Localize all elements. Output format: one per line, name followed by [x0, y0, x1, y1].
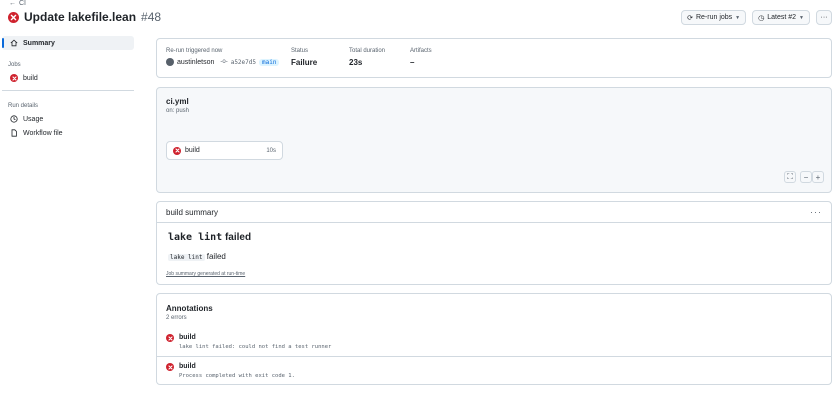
zoom-in-button[interactable]: + — [812, 171, 824, 183]
annotation-message: lake lint failed: could not find a test … — [179, 344, 332, 350]
job-node-build[interactable]: build 10s — [166, 141, 283, 160]
arrow-left-icon: ← — [9, 0, 16, 7]
attempt-label: Latest #2 — [767, 14, 797, 21]
artifacts-column: Artifacts – — [410, 48, 432, 67]
rerun-jobs-button[interactable]: ⟳ Re-run jobs ▼ — [681, 10, 747, 25]
fullscreen-button[interactable]: ⛶ — [784, 171, 796, 183]
summary-heading-text: failed — [224, 232, 252, 243]
actor-name[interactable]: austinletson — [177, 59, 214, 66]
status-column: Status Failure — [291, 48, 317, 67]
x-circle-icon — [166, 363, 174, 371]
sync-icon: ⟳ — [687, 14, 693, 22]
more-options-button[interactable]: ··· — [816, 10, 832, 25]
duration-label: Total duration — [349, 48, 386, 54]
duration-column: Total duration 23s — [349, 48, 385, 67]
annotations-title: Annotations — [166, 304, 213, 313]
sidebar-item-label: Summary — [23, 39, 55, 47]
workflow-graph-card: ci.yml on: push build 10s ⛶ − + — [156, 87, 832, 193]
run-number: #48 — [141, 10, 162, 24]
workflow-trigger: on: push — [166, 108, 190, 114]
summary-heading-code: lake lint — [168, 232, 223, 243]
page-title: Update lakefile.lean — [24, 10, 137, 24]
zoom-out-button[interactable]: − — [800, 171, 812, 183]
sidebar-item-label: Workflow file — [23, 129, 63, 137]
summary-paragraph-code: lake lint — [168, 254, 205, 261]
trigger-column: Re-run triggered now austinletson -o- a5… — [166, 48, 280, 66]
job-node-name: build — [185, 147, 200, 154]
x-circle-icon — [166, 334, 174, 342]
sidebar-item-summary[interactable]: Summary — [2, 36, 134, 50]
artifacts-label: Artifacts — [410, 48, 432, 54]
job-node-duration: 10s — [266, 147, 276, 154]
sidebar-item-usage[interactable]: Usage — [2, 112, 134, 126]
annotation-item[interactable]: build Process completed with exit code 1… — [166, 363, 295, 379]
status-value: Failure — [291, 58, 318, 67]
duration-value: 23s — [349, 58, 363, 67]
rerun-jobs-label: Re-run jobs — [695, 14, 733, 21]
kebab-horizontal-icon[interactable]: ··· — [810, 207, 822, 217]
jobs-heading: Jobs — [8, 62, 21, 68]
summary-paragraph: lake lint failed — [168, 252, 226, 261]
sidebar: Summary Jobs build Run details Usage Wor… — [0, 36, 136, 140]
build-summary-card: build summary ··· lake lint failed lake … — [156, 201, 832, 285]
header-actions: ⟳ Re-run jobs ▼ ◷ Latest #2 ▼ ··· — [681, 10, 832, 25]
job-summary-link[interactable]: Job summary generated at run-time — [166, 271, 245, 277]
sidebar-item-workflow-file[interactable]: Workflow file — [2, 126, 134, 140]
build-summary-title: build summary — [166, 207, 219, 217]
status-label: Status — [291, 48, 309, 54]
home-icon — [10, 39, 18, 47]
kebab-horizontal-icon: ··· — [820, 14, 828, 21]
run-details-heading: Run details — [8, 103, 39, 109]
build-summary-header: build summary ··· — [157, 202, 831, 223]
annotations-card: Annotations 2 errors build lake lint fai… — [156, 293, 832, 385]
page-title-row: Update lakefile.lean #48 — [8, 10, 161, 24]
sidebar-divider — [2, 90, 134, 91]
triangle-down-icon: ▼ — [799, 14, 804, 21]
annotations-count: 2 errors — [166, 315, 187, 321]
branch-badge[interactable]: main — [259, 58, 280, 66]
annotation-item[interactable]: build lake lint failed: could not find a… — [166, 334, 331, 350]
annotation-message: Process completed with exit code 1. — [179, 373, 295, 379]
summary-paragraph-text: failed — [206, 252, 226, 261]
minus-icon: − — [803, 172, 809, 182]
breadcrumb-label: CI — [19, 0, 26, 7]
run-summary-card: Re-run triggered now austinletson -o- a5… — [156, 38, 832, 78]
x-circle-icon — [173, 146, 181, 155]
annotation-job: build — [179, 363, 196, 370]
clock-icon — [10, 115, 18, 123]
avatar[interactable] — [166, 58, 174, 66]
file-icon — [10, 129, 18, 137]
annotation-divider — [157, 356, 831, 357]
commit-icon: -o- — [220, 59, 228, 65]
screen-full-icon: ⛶ — [787, 172, 793, 181]
commit-sha[interactable]: a52e7d5 — [231, 59, 256, 66]
annotation-job: build — [179, 334, 196, 341]
summary-heading: lake lint failed — [168, 232, 251, 243]
plus-icon: + — [815, 172, 821, 182]
artifacts-value: – — [410, 58, 415, 67]
sidebar-item-job-build[interactable]: build — [2, 71, 134, 85]
sidebar-item-label: build — [23, 74, 38, 82]
actor-row: austinletson -o- a52e7d5 main — [166, 58, 280, 66]
x-circle-icon — [8, 11, 19, 23]
attempt-select-button[interactable]: ◷ Latest #2 ▼ — [752, 10, 810, 25]
history-icon: ◷ — [758, 14, 765, 22]
x-circle-icon — [10, 74, 18, 82]
sidebar-item-label: Usage — [23, 115, 44, 123]
workflow-file-name[interactable]: ci.yml — [166, 97, 189, 106]
triangle-down-icon: ▼ — [735, 14, 741, 21]
breadcrumb-back-link[interactable]: ← CI — [9, 0, 26, 7]
trigger-label: Re-run triggered now — [166, 48, 223, 54]
